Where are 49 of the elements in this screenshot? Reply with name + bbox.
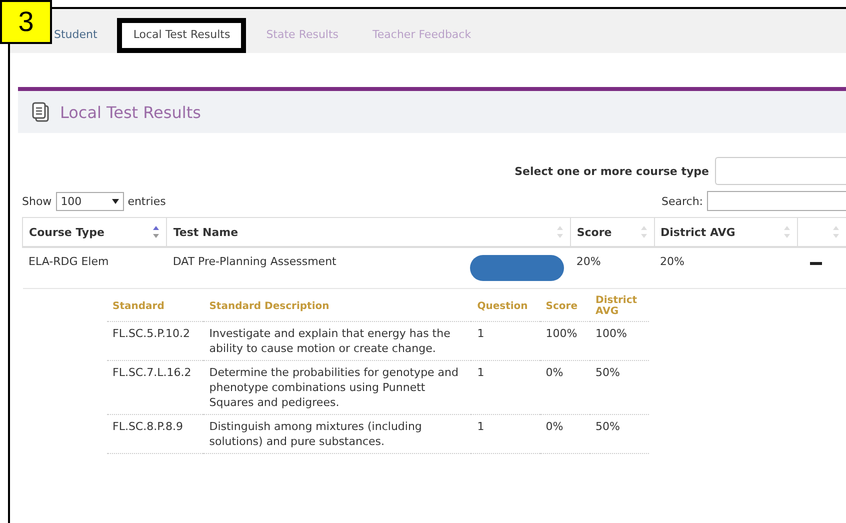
table-cell-text: DAT Pre-Planning Assessment (172, 255, 336, 270)
tab[interactable]: Local Test Results (117, 18, 246, 53)
column-header[interactable]: Course Type (22, 218, 167, 247)
table-cell: Determine the probabilities for genotype and phenotype combinations using Punnett Squares and pedigrees. (203, 360, 472, 414)
table-cell: 50% (590, 414, 650, 454)
document-icon (32, 102, 50, 122)
table-cell: 1 (471, 360, 540, 414)
column-header: Question (471, 293, 540, 322)
table-cell: FL.SC.5.P.10.2 (106, 322, 204, 360)
table-cell: 20% (654, 247, 798, 288)
table-cell: Distinguish among mixtures (including solutions) and pure substances. (203, 414, 472, 454)
table-cell: FL.SC.8.P.8.9 (106, 414, 204, 454)
column-header: Score (540, 293, 590, 322)
sort-icon (152, 225, 160, 239)
table-cell: 100% (590, 322, 650, 360)
table-cell: FL.SC.7.L.16.2 (106, 360, 204, 414)
table-cell: 1 (471, 322, 540, 360)
table-cell: 0% (540, 360, 590, 414)
column-header: Standard (106, 293, 204, 322)
pill-button[interactable] (470, 255, 564, 281)
table-cell: Investigate and explain that energy has the ability to cause motion or create change. (203, 322, 472, 360)
collapse-icon[interactable] (810, 262, 822, 265)
course-type-select[interactable] (715, 157, 846, 185)
table-cell: ELA-RDG Elem (22, 247, 167, 288)
entries-label: entries (128, 194, 166, 208)
filter-label: Select one or more course type (514, 164, 709, 178)
table-cell: 1 (471, 414, 540, 454)
tab[interactable]: Student (50, 20, 112, 53)
table-cell: 50% (590, 360, 650, 414)
show-label: Show (22, 194, 52, 208)
entries-select[interactable]: 100 (56, 192, 124, 210)
column-header[interactable]: District AVG (654, 218, 798, 247)
column-header[interactable] (798, 218, 846, 247)
sort-icon (783, 225, 791, 239)
search-field[interactable] (707, 191, 846, 211)
caret-icon (112, 198, 119, 204)
column-header[interactable]: Score (570, 218, 654, 247)
table-cell: 100% (540, 322, 590, 360)
table-cell: 20% (570, 247, 654, 288)
sort-icon (556, 225, 564, 239)
column-header: District AVG (590, 293, 650, 322)
search-label: Search: (662, 194, 703, 208)
table-cell: 0% (540, 414, 590, 454)
step-badge: 3 (0, 0, 52, 44)
panel-title: Local Test Results (60, 102, 201, 122)
column-header: Standard Description (203, 293, 472, 322)
column-header[interactable]: Test Name (166, 218, 570, 247)
sort-icon (640, 225, 648, 239)
sort-icon (832, 225, 840, 239)
